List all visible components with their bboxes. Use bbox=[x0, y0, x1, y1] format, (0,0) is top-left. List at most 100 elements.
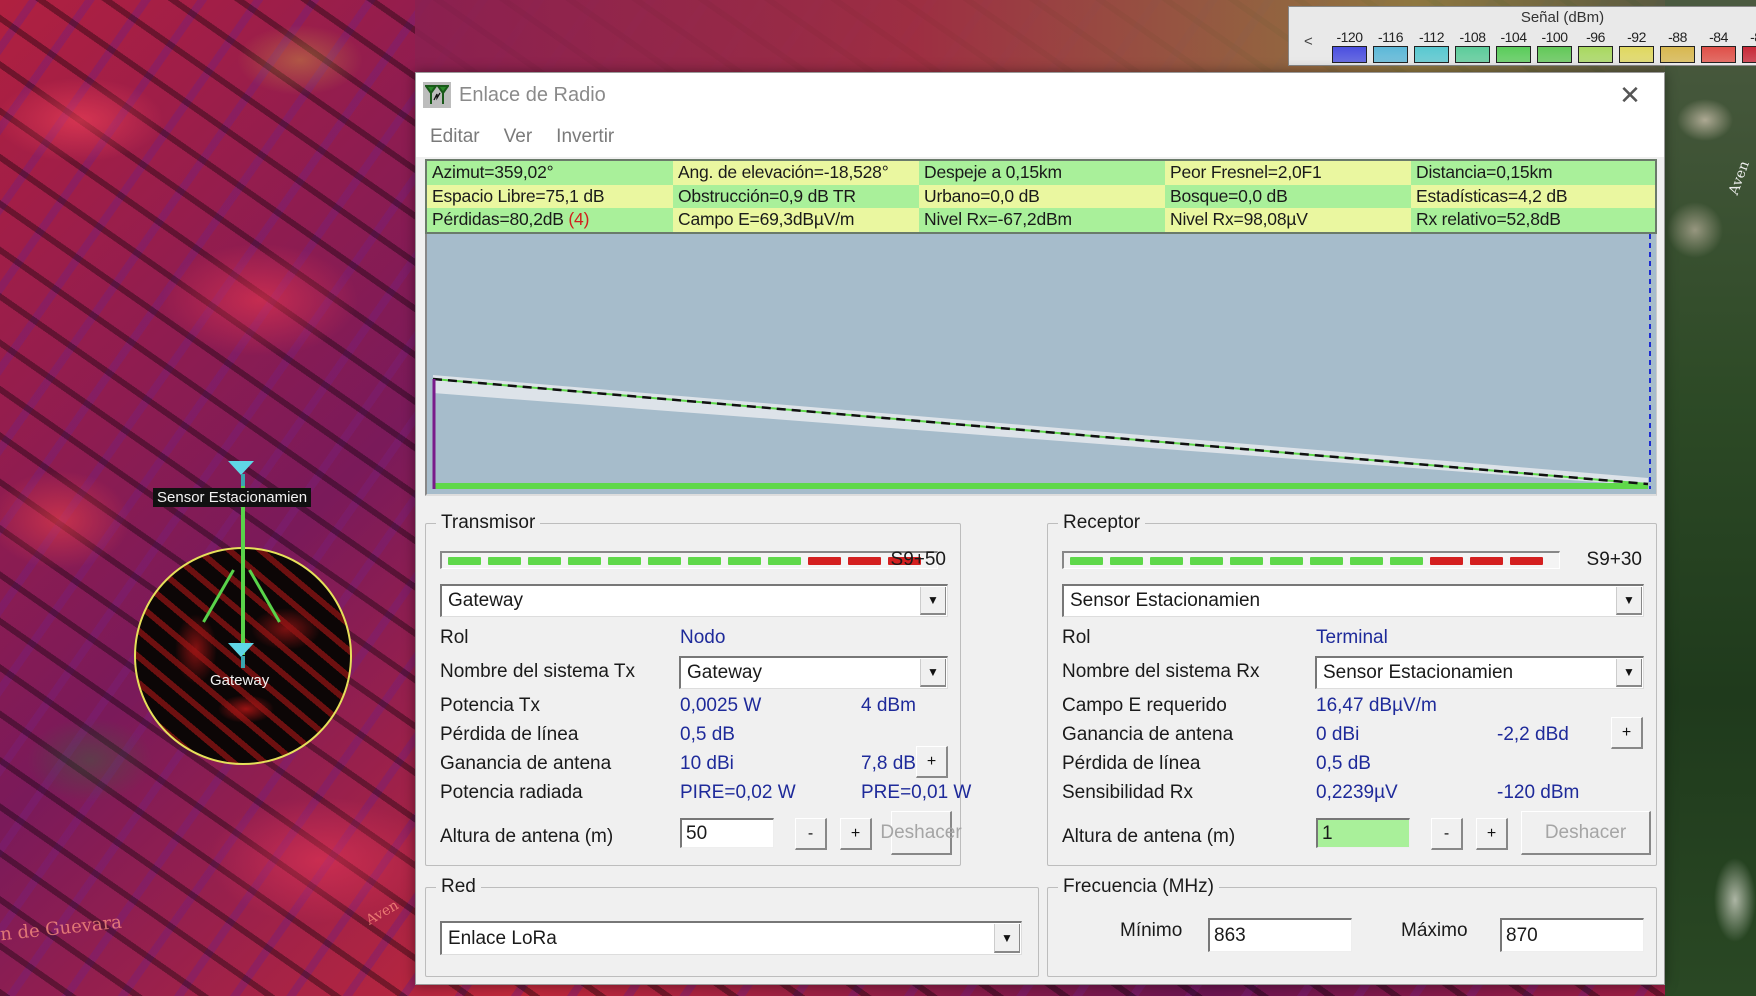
meter-segment-red bbox=[1430, 556, 1463, 565]
rx-system-select[interactable]: Sensor Estacionamien ▼ bbox=[1315, 656, 1644, 689]
rx-gain-dbi: 0 dBi bbox=[1316, 724, 1360, 745]
legend-item-label: -84 bbox=[1709, 29, 1728, 45]
node-icon-sensor[interactable] bbox=[228, 461, 254, 475]
meter-segment-green bbox=[1310, 556, 1343, 565]
tx-power-label: Potencia Tx bbox=[440, 695, 540, 716]
node-label-gateway[interactable]: Gateway bbox=[206, 671, 273, 690]
meter-segment-green bbox=[1190, 556, 1223, 565]
tx-height-input[interactable] bbox=[680, 818, 774, 848]
network-group: Red Enlace LoRa ▼ bbox=[425, 876, 1039, 977]
meter-segment-red bbox=[1510, 556, 1543, 565]
terrain-ground bbox=[433, 483, 1648, 489]
meter-segment-green bbox=[608, 556, 641, 565]
legend-item-label: -80 bbox=[1750, 29, 1756, 45]
tx-radiated-label: Potencia radiada bbox=[440, 782, 583, 803]
rx-sens-label: Sensibilidad Rx bbox=[1062, 782, 1193, 803]
tx-role-value: Nodo bbox=[680, 627, 726, 648]
legend-swatch bbox=[1414, 46, 1449, 63]
minus-icon: - bbox=[1443, 824, 1450, 842]
chevron-down-icon[interactable]: ▼ bbox=[920, 659, 946, 687]
plus-icon: + bbox=[926, 752, 937, 770]
minus-icon: - bbox=[807, 824, 814, 842]
node-icon-gateway[interactable] bbox=[228, 643, 254, 657]
legend-collapse-button[interactable]: < bbox=[1304, 33, 1313, 50]
transmitter-group: Transmisor S9+50 Gateway ▼ Rol Nodo Nomb… bbox=[425, 512, 971, 866]
rx-line-loss-value: 0,5 dB bbox=[1316, 753, 1371, 774]
rx-undo-button[interactable]: Deshacer bbox=[1521, 811, 1651, 855]
title-bar[interactable]: Enlace de Radio ✕ bbox=[416, 73, 1664, 117]
node-stem bbox=[241, 656, 245, 668]
meter-segment-red bbox=[1470, 556, 1503, 565]
menu-editar[interactable]: Editar bbox=[430, 126, 480, 148]
info-cell-text: Azimut=359,02° bbox=[432, 162, 554, 182]
tx-station-value: Gateway bbox=[448, 590, 523, 611]
tx-height-label: Altura de antena (m) bbox=[440, 826, 614, 847]
rx-height-label: Altura de antena (m) bbox=[1062, 826, 1236, 847]
tx-height-decrease-button[interactable]: - bbox=[795, 818, 827, 850]
info-cell: Estadísticas=4,2 dB bbox=[1411, 184, 1655, 209]
rx-sens-uv: 0,2239µV bbox=[1316, 782, 1398, 803]
legend-item-label: -112 bbox=[1419, 29, 1444, 45]
freq-max-label: Máximo bbox=[1401, 920, 1468, 941]
freq-max-input[interactable] bbox=[1500, 918, 1644, 952]
info-cell: Nivel Rx=-67,2dBm bbox=[919, 208, 1165, 232]
node-label-sensor[interactable]: Sensor Estacionamien bbox=[153, 488, 312, 507]
freq-min-input[interactable] bbox=[1208, 918, 1352, 952]
node-stem bbox=[241, 474, 245, 486]
tx-system-select[interactable]: Gateway ▼ bbox=[679, 656, 948, 689]
tx-role-label: Rol bbox=[440, 627, 469, 648]
menu-invertir[interactable]: Invertir bbox=[556, 126, 614, 148]
legend-item: -100 bbox=[1536, 29, 1573, 63]
chevron-down-icon[interactable]: ▼ bbox=[1616, 587, 1642, 615]
rx-station-select[interactable]: Sensor Estacionamien ▼ bbox=[1062, 584, 1644, 617]
meter-segment-green bbox=[1270, 556, 1303, 565]
network-select[interactable]: Enlace LoRa ▼ bbox=[440, 921, 1022, 955]
meter-segment-green bbox=[648, 556, 681, 565]
rx-system-label: Nombre del sistema Rx bbox=[1062, 661, 1260, 682]
legend-item: -92 bbox=[1618, 29, 1655, 63]
info-cell-text: Bosque=0,0 dB bbox=[1170, 185, 1288, 206]
meter-segment-green bbox=[1110, 556, 1143, 565]
tx-undo-button[interactable]: Deshacer bbox=[880, 811, 962, 855]
meter-segment-green bbox=[688, 556, 721, 565]
meter-segment-green bbox=[568, 556, 601, 565]
legend-item: -84 bbox=[1700, 29, 1737, 63]
rx-antenna-add-button[interactable]: + bbox=[1611, 717, 1643, 749]
rx-sens-dbm: -120 dBm bbox=[1497, 782, 1580, 803]
chevron-down-icon[interactable]: ▼ bbox=[1616, 659, 1642, 687]
info-cell-text: Espacio Libre=75,1 dB bbox=[432, 185, 605, 206]
chevron-down-icon[interactable]: ▼ bbox=[994, 924, 1020, 953]
rx-height-decrease-button[interactable]: - bbox=[1431, 818, 1463, 850]
profile-chart bbox=[432, 234, 1651, 489]
info-cell: Ang. de elevación=-18,528° bbox=[673, 161, 919, 185]
tx-meter-value: S9+50 bbox=[890, 549, 946, 570]
meter-segment-green bbox=[1070, 556, 1103, 565]
legend-swatch bbox=[1455, 46, 1490, 63]
legend-item: -96 bbox=[1577, 29, 1614, 63]
chevron-down-icon[interactable]: ▼ bbox=[920, 587, 946, 615]
tx-station-select[interactable]: Gateway ▼ bbox=[440, 584, 948, 617]
tx-height-increase-button[interactable]: + bbox=[840, 818, 872, 850]
rx-height-input[interactable] bbox=[1316, 818, 1410, 848]
meter-segment-green bbox=[728, 556, 761, 565]
frequency-title: Frecuencia (MHz) bbox=[1058, 876, 1219, 898]
legend-swatch bbox=[1578, 46, 1613, 63]
tx-line-loss-value: 0,5 dB bbox=[680, 724, 735, 745]
close-icon: ✕ bbox=[1619, 79, 1641, 110]
info-cell: Distancia=0,15km bbox=[1411, 161, 1655, 185]
terrain-profile[interactable] bbox=[425, 234, 1657, 496]
info-cell: Despeje a 0,15km bbox=[919, 161, 1165, 185]
tx-eirp: PIRE=0,02 W bbox=[680, 782, 796, 803]
menu-ver[interactable]: Ver bbox=[504, 126, 533, 148]
street-label: n de Guevara bbox=[0, 911, 123, 946]
info-cell-text: Estadísticas=4,2 dB bbox=[1416, 185, 1568, 206]
plus-icon: + bbox=[1486, 824, 1497, 842]
info-cell-text: Campo E=69,3dBµV/m bbox=[678, 209, 855, 230]
close-button[interactable]: ✕ bbox=[1614, 79, 1646, 111]
rx-height-increase-button[interactable]: + bbox=[1476, 818, 1508, 850]
meter-segment-green bbox=[1230, 556, 1263, 565]
rx-signal-meter bbox=[1062, 551, 1560, 569]
plus-icon: + bbox=[1621, 723, 1632, 741]
plus-icon: + bbox=[850, 824, 861, 842]
tx-antenna-add-button[interactable]: + bbox=[916, 746, 948, 778]
